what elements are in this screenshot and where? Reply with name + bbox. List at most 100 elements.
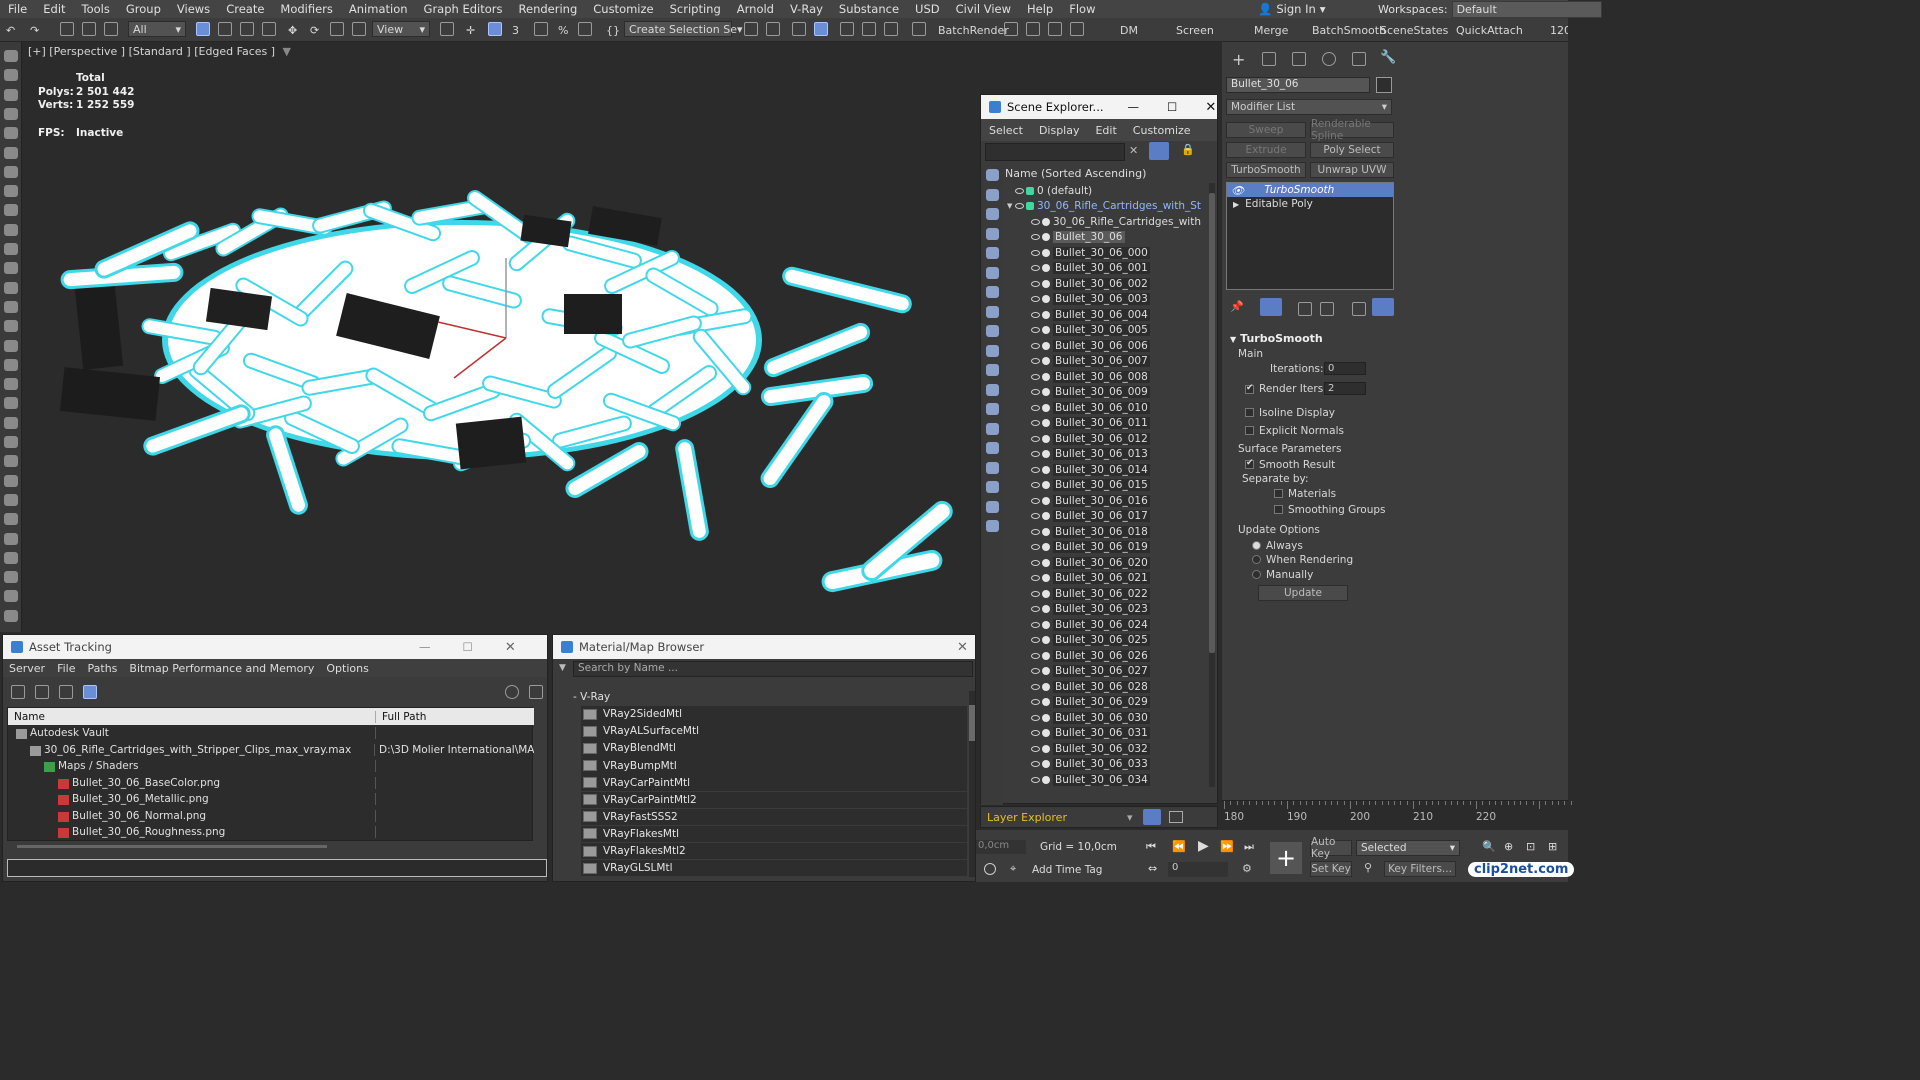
material-browser-scrollbar[interactable] (969, 691, 975, 877)
object-row-bullet[interactable]: Bullet_30_06_006 (1003, 338, 1209, 354)
quickattach-button[interactable]: QuickAttach (1456, 21, 1523, 39)
visibility-eye-icon[interactable] (1031, 482, 1040, 489)
visibility-eye-icon[interactable] (1031, 435, 1040, 442)
visibility-eye-icon[interactable] (1031, 358, 1040, 365)
material-item[interactable]: VRayFlakesMtl2 (581, 842, 967, 860)
previous-frame-icon[interactable]: ⏪ (1172, 840, 1186, 853)
se-filter-icon[interactable] (986, 442, 999, 454)
side-tool-icon[interactable] (4, 320, 18, 333)
screen-button[interactable]: Screen (1176, 21, 1214, 39)
isoline-display-checkbox[interactable] (1245, 408, 1254, 417)
poly-select-button[interactable]: Poly Select (1310, 142, 1394, 158)
object-row-bullet[interactable]: Bullet_30_06_024 (1003, 617, 1209, 633)
next-frame-icon[interactable]: ⏩ (1220, 840, 1234, 853)
asset-menu-paths[interactable]: Paths (82, 662, 124, 675)
asset-menu-server[interactable]: Server (3, 662, 51, 675)
object-row-bullet[interactable]: Bullet_30_06_023 (1003, 602, 1209, 618)
object-row-bullet[interactable]: Bullet_30_06_009 (1003, 385, 1209, 401)
se-filter-icon[interactable] (986, 344, 999, 357)
object-row-bullet[interactable]: Bullet_30_06_030 (1003, 710, 1209, 726)
visibility-eye-icon[interactable] (1031, 389, 1040, 396)
zoom-extents-all-icon[interactable]: ⊞ (1548, 840, 1557, 853)
visibility-eye-icon[interactable] (1031, 420, 1040, 427)
zoom-all-icon[interactable]: ⊕ (1504, 840, 1513, 853)
sign-in[interactable]: 👤 Sign In ▾ (1258, 0, 1326, 18)
maximize-icon[interactable]: ☐ (1167, 100, 1177, 114)
visibility-eye-icon[interactable] (1031, 311, 1040, 318)
visibility-eye-icon[interactable] (1031, 761, 1040, 768)
bind-space-warp-icon[interactable] (104, 22, 118, 36)
object-row-bullet[interactable]: Bullet_30_06_013 (1003, 447, 1209, 463)
batchsmooth-button[interactable]: BatchSmooth (1312, 21, 1386, 39)
turbosmooth-button[interactable]: TurboSmooth (1226, 162, 1306, 178)
visibility-eye-icon[interactable] (1031, 652, 1040, 659)
close-icon[interactable]: ✕ (1205, 100, 1216, 115)
menu-animation[interactable]: Animation (341, 2, 416, 16)
side-tool-icon[interactable] (4, 416, 18, 429)
object-row-bullet[interactable]: Bullet_30_06_021 (1003, 571, 1209, 587)
scene-explorer-search-input[interactable] (985, 143, 1125, 161)
object-row-bullet[interactable]: Bullet_30_06_017 (1003, 509, 1209, 525)
se-filter-icon[interactable] (986, 325, 999, 337)
visibility-eye-icon[interactable] (1031, 497, 1040, 504)
menu-create[interactable]: Create (218, 2, 272, 16)
rendered-frame-window-icon[interactable] (1026, 22, 1040, 36)
update-button[interactable]: Update (1258, 585, 1348, 601)
menu-tools[interactable]: Tools (74, 2, 118, 16)
visibility-eye-icon[interactable] (1031, 683, 1040, 690)
rectangle-selection-icon[interactable] (240, 22, 254, 36)
smoothing-groups-checkbox[interactable] (1274, 505, 1283, 514)
zoom-icon[interactable]: 🔍 (1482, 840, 1496, 853)
scene-explorer-scrollbar[interactable] (1209, 183, 1215, 787)
object-row-bullet[interactable]: Bullet_30_06_008 (1003, 369, 1209, 385)
side-tool-icon[interactable] (4, 436, 18, 448)
menu-usd[interactable]: USD (907, 2, 948, 16)
visibility-eye-icon[interactable] (1015, 187, 1024, 194)
selection-set-select[interactable]: Create Selection Se ▾ (624, 21, 743, 37)
render-production-icon[interactable] (1048, 22, 1062, 36)
visibility-eye-icon[interactable] (1031, 451, 1040, 458)
stack-item-turbosmooth[interactable]: 👁 TurboSmooth (1227, 183, 1393, 197)
iterations-spinner[interactable]: 0 (1324, 362, 1366, 375)
object-row-bullet[interactable]: Bullet_30_06_029 (1003, 695, 1209, 711)
menu-edit[interactable]: Edit (35, 2, 73, 16)
link-icon[interactable] (60, 22, 74, 36)
object-row-bullet[interactable]: Bullet_30_06_032 (1003, 741, 1209, 757)
asset-menu-bitmap-performance-and-memory[interactable]: Bitmap Performance and Memory (123, 662, 320, 675)
toggle-scene-explorer-icon[interactable] (792, 22, 806, 36)
render-setup-icon[interactable] (1004, 22, 1018, 36)
object-row-bullet[interactable]: Bullet_30_06_026 (1003, 648, 1209, 664)
go-to-start-icon[interactable]: ⏮ (1146, 840, 1156, 854)
side-tool-icon[interactable] (4, 532, 18, 545)
side-tool-icon[interactable] (4, 107, 18, 120)
se-filter-icon[interactable] (986, 383, 999, 396)
side-tool-icon[interactable] (4, 339, 18, 352)
object-row-bullet[interactable]: Bullet_30_06_031 (1003, 726, 1209, 742)
visibility-eye-icon[interactable] (1031, 404, 1040, 411)
column-header-full-path[interactable]: Full Path (376, 711, 426, 723)
se-filter-icon[interactable] (986, 364, 999, 376)
object-row-bullet[interactable]: Bullet_30_06_033 (1003, 757, 1209, 773)
clear-search-icon[interactable]: ✕ (1129, 144, 1138, 157)
visibility-eye-icon[interactable] (1031, 590, 1040, 597)
object-row-bullet[interactable]: Bullet_30_06 (1003, 230, 1209, 246)
make-unique-icon[interactable] (1298, 302, 1312, 316)
group-row-cartridges[interactable]: 30_06_Rifle_Cartridges_with (1003, 214, 1209, 230)
edit-named-selection-icon[interactable]: {} (606, 21, 620, 39)
menu-civil-view[interactable]: Civil View (948, 2, 1019, 16)
se-filter-icon[interactable] (986, 461, 999, 474)
mirror-icon[interactable] (744, 22, 758, 36)
always-radio[interactable] (1252, 541, 1261, 550)
motion-tab-icon[interactable] (1322, 52, 1336, 66)
visibility-eye-icon[interactable] (1031, 559, 1040, 566)
explicit-normals-checkbox[interactable] (1245, 426, 1254, 435)
side-tool-icon[interactable] (4, 300, 18, 313)
object-row-bullet[interactable]: Bullet_30_06_020 (1003, 555, 1209, 571)
visibility-eye-icon[interactable] (1031, 342, 1040, 349)
side-tool-icon[interactable] (4, 397, 18, 410)
schematic-view-icon[interactable] (884, 22, 898, 36)
menu-arnold[interactable]: Arnold (729, 2, 782, 16)
asset-tracking-titlebar[interactable]: Asset Tracking — ☐ ✕ (3, 635, 547, 659)
materials-checkbox[interactable] (1274, 489, 1283, 498)
snaps-toggle-icon[interactable]: 3 (512, 21, 519, 39)
